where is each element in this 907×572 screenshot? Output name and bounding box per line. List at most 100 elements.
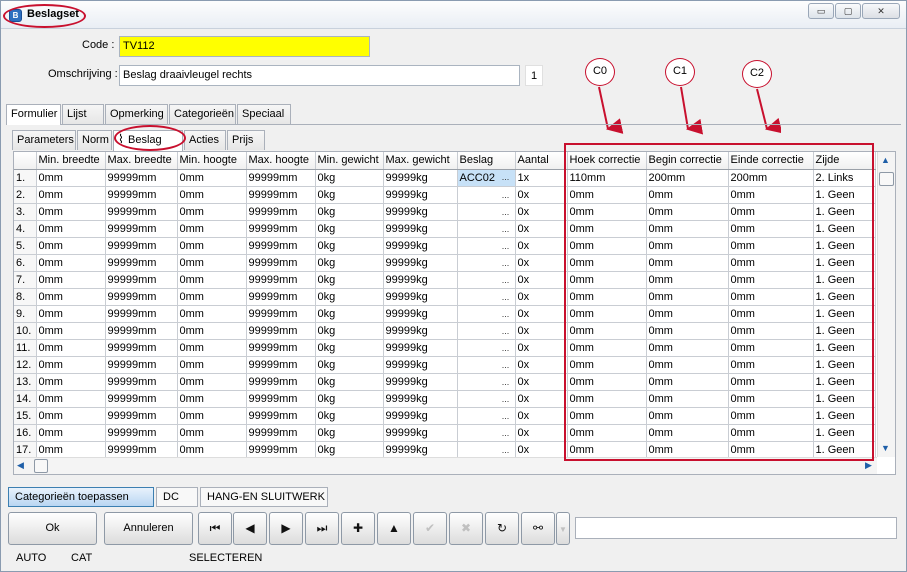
grid-cell[interactable]: 0mm: [646, 424, 729, 442]
grid-cell[interactable]: 0kg: [315, 322, 384, 340]
add-record-button[interactable]: ✚: [341, 512, 375, 545]
grid-cell[interactable]: 0mm: [728, 441, 814, 459]
grid-cell[interactable]: 0mm: [646, 373, 729, 391]
grid-cell[interactable]: 0mm: [36, 186, 106, 204]
grid-cell[interactable]: 0mm: [728, 288, 814, 306]
grid-cell[interactable]: 0mm: [567, 254, 647, 272]
grid-cell[interactable]: 2. Links: [813, 169, 876, 187]
grid-cell[interactable]: 99999kg: [383, 322, 458, 340]
tab-opmerking[interactable]: Opmerking: [105, 104, 168, 124]
table-row[interactable]: 14. 0mm 99999mm 0mm 99999mm 0kg 99999kg... 0x 0m…: [14, 390, 876, 408]
grid-cell[interactable]: 99999mm: [105, 186, 178, 204]
grid-cell[interactable]: 1. Geen: [813, 356, 876, 374]
apply-categories-button[interactable]: Categorieën toepassen: [8, 487, 154, 507]
grid-cell[interactable]: 110mm: [567, 169, 647, 187]
grid-cell[interactable]: 0mm: [36, 305, 106, 323]
grid-cell[interactable]: 99999mm: [246, 322, 316, 340]
table-row[interactable]: 17. 0mm 99999mm 0mm 99999mm 0kg 99999kg... 0x 0m…: [14, 441, 876, 459]
last-record-button[interactable]: ⏭: [305, 512, 339, 545]
grid-cell[interactable]: ...: [457, 322, 516, 340]
column-header[interactable]: Begin correctie: [646, 152, 729, 170]
grid-cell[interactable]: 0mm: [177, 373, 247, 391]
grid-cell[interactable]: 0mm: [177, 288, 247, 306]
grid-cell[interactable]: 0kg: [315, 220, 384, 238]
column-header[interactable]: Aantal: [515, 152, 568, 170]
grid-cell[interactable]: 0mm: [728, 271, 814, 289]
grid-cell[interactable]: 200mm: [646, 169, 729, 187]
grid-cell[interactable]: ...: [457, 390, 516, 408]
grid-cell[interactable]: 0mm: [646, 186, 729, 204]
grid-cell[interactable]: ... ACC02: [457, 169, 516, 187]
table-row[interactable]: 9. 0mm 99999mm 0mm 99999mm 0kg 99999kg... 0x 0mm…: [14, 305, 876, 323]
grid-cell[interactable]: 99999mm: [246, 356, 316, 374]
grid-cell[interactable]: 0mm: [646, 390, 729, 408]
grid-cell[interactable]: 0mm: [567, 339, 647, 357]
close-button[interactable]: ✕: [862, 3, 900, 19]
grid-cell[interactable]: 0mm: [646, 356, 729, 374]
grid-cell[interactable]: 1. Geen: [813, 220, 876, 238]
grid-cell[interactable]: 99999mm: [105, 373, 178, 391]
grid-cell[interactable]: 200mm: [728, 169, 814, 187]
grid-cell[interactable]: 0mm: [646, 441, 729, 459]
grid-cell[interactable]: 0mm: [567, 237, 647, 255]
grid-cell[interactable]: 0mm: [36, 271, 106, 289]
maximize-button[interactable]: ▢: [835, 3, 861, 19]
grid-cell[interactable]: 1. Geen: [813, 305, 876, 323]
grid-cell[interactable]: 0mm: [177, 390, 247, 408]
grid-cell[interactable]: 0x: [515, 356, 568, 374]
tab-speciaal[interactable]: Speciaal: [237, 104, 291, 124]
grid-cell[interactable]: ...: [457, 424, 516, 442]
grid-cell[interactable]: 0mm: [728, 237, 814, 255]
grid-cell[interactable]: 99999mm: [105, 305, 178, 323]
grid-cell[interactable]: 0mm: [36, 203, 106, 221]
grid-cell[interactable]: 0mm: [728, 390, 814, 408]
grid-cell[interactable]: 1x: [515, 169, 568, 187]
scroll-thumb[interactable]: [879, 172, 894, 186]
grid-cell[interactable]: 99999mm: [105, 288, 178, 306]
previous-record-button[interactable]: ◀: [233, 512, 267, 545]
grid-cell[interactable]: 0kg: [315, 407, 384, 425]
table-row[interactable]: 10. 0mm 99999mm 0mm 99999mm 0kg 99999kg... 0x 0m…: [14, 322, 876, 340]
table-row[interactable]: 16. 0mm 99999mm 0mm 99999mm 0kg 99999kg... 0x 0m…: [14, 424, 876, 442]
ellipsis-button[interactable]: ...: [499, 360, 513, 370]
grid-cell[interactable]: 0kg: [315, 186, 384, 204]
grid-cell[interactable]: 99999kg: [383, 407, 458, 425]
grid-cell[interactable]: 0mm: [567, 407, 647, 425]
ellipsis-button[interactable]: ...: [499, 343, 513, 353]
grid-cell[interactable]: 1. Geen: [813, 288, 876, 306]
grid-cell[interactable]: 1. Geen: [813, 339, 876, 357]
grid-cell[interactable]: 0mm: [177, 186, 247, 204]
grid-cell[interactable]: 99999mm: [246, 288, 316, 306]
grid-cell[interactable]: 0kg: [315, 271, 384, 289]
grid-cell[interactable]: 99999mm: [246, 305, 316, 323]
grid-cell[interactable]: 99999mm: [105, 220, 178, 238]
grid-cell[interactable]: 1. Geen: [813, 322, 876, 340]
grid-cell[interactable]: 0mm: [36, 356, 106, 374]
grid-cell[interactable]: 99999mm: [105, 169, 178, 187]
column-header[interactable]: Max. hoogte: [246, 152, 316, 170]
grid-cell[interactable]: 0mm: [36, 322, 106, 340]
grid-cell[interactable]: 0x: [515, 220, 568, 238]
grid-cell[interactable]: 99999mm: [246, 407, 316, 425]
grid-cell[interactable]: 1. Geen: [813, 203, 876, 221]
scroll-left-icon[interactable]: ◀: [17, 460, 24, 471]
column-header[interactable]: Max. breedte: [105, 152, 178, 170]
grid-cell[interactable]: 0mm: [177, 441, 247, 459]
grid-cell[interactable]: 0kg: [315, 441, 384, 459]
ok-button[interactable]: Ok: [8, 512, 97, 545]
grid-cell[interactable]: 0mm: [728, 322, 814, 340]
grid-cell[interactable]: 99999mm: [105, 356, 178, 374]
grid-cell[interactable]: 0mm: [646, 254, 729, 272]
grid-cell[interactable]: 0mm: [567, 271, 647, 289]
tab-categorieen[interactable]: Categorieën: [169, 104, 236, 124]
table-row[interactable]: 8. 0mm 99999mm 0mm 99999mm 0kg 99999kg... 0x 0mm…: [14, 288, 876, 306]
grid-cell[interactable]: 99999mm: [246, 254, 316, 272]
row-number-header[interactable]: [14, 152, 37, 170]
grid-cell[interactable]: 99999kg: [383, 373, 458, 391]
grid-cell[interactable]: ...: [457, 407, 516, 425]
table-row[interactable]: 13. 0mm 99999mm 0mm 99999mm 0kg 99999kg... 0x 0m…: [14, 373, 876, 391]
grid-cell[interactable]: 99999mm: [105, 271, 178, 289]
grid-cell[interactable]: 0x: [515, 203, 568, 221]
search-input[interactable]: [575, 517, 897, 539]
grid-cell[interactable]: 1. Geen: [813, 237, 876, 255]
